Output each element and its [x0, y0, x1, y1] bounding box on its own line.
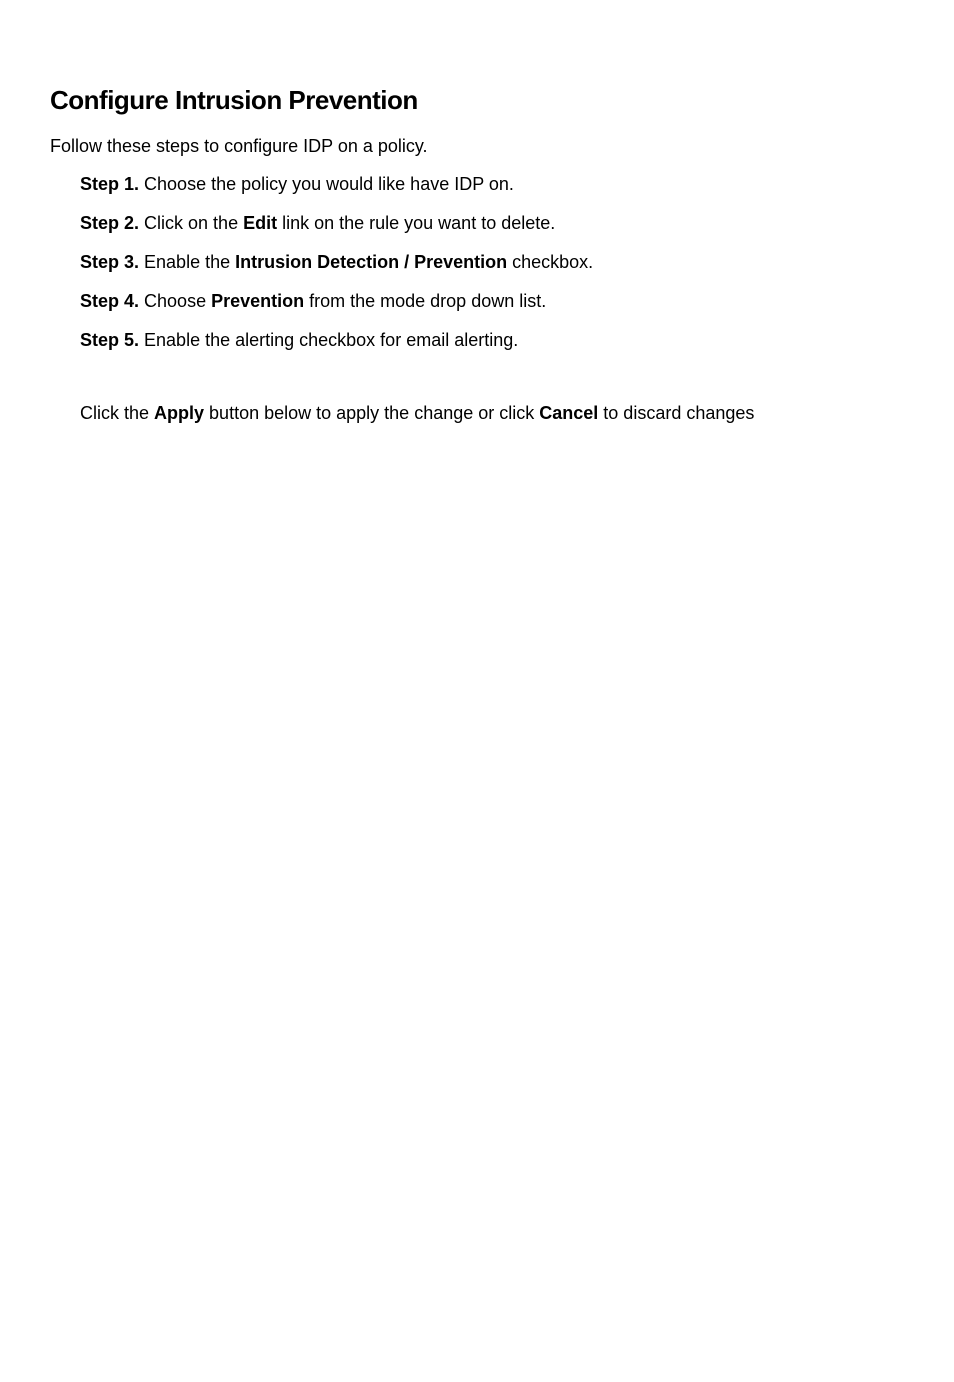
- page-title: Configure Intrusion Prevention: [50, 80, 904, 122]
- step-text: link on the rule you want to delete.: [277, 213, 555, 233]
- step-label: Step 3.: [80, 252, 139, 272]
- step-text: Enable the: [139, 252, 235, 272]
- step-label: Step 1.: [80, 174, 139, 194]
- footer-text: Click the Apply button below to apply th…: [50, 399, 904, 428]
- step-item: Step 5. Enable the alerting checkbox for…: [80, 326, 904, 355]
- step-item: Step 4. Choose Prevention from the mode …: [80, 287, 904, 316]
- step-text: checkbox.: [507, 252, 593, 272]
- step-label: Step 4.: [80, 291, 139, 311]
- step-bold: Edit: [243, 213, 277, 233]
- step-text: Choose the policy you would like have ID…: [139, 174, 514, 194]
- cancel-label: Cancel: [539, 403, 598, 423]
- step-item: Step 3. Enable the Intrusion Detection /…: [80, 248, 904, 277]
- step-item: Step 2. Click on the Edit link on the ru…: [80, 209, 904, 238]
- step-bold: Prevention: [211, 291, 304, 311]
- step-text: Enable the alerting checkbox for email a…: [139, 330, 518, 350]
- intro-text: Follow these steps to configure IDP on a…: [50, 132, 904, 161]
- step-item: Step 1. Choose the policy you would like…: [80, 170, 904, 199]
- step-bold: Intrusion Detection / Prevention: [235, 252, 507, 272]
- steps-list: Step 1. Choose the policy you would like…: [50, 170, 904, 354]
- step-text: Click on the: [139, 213, 243, 233]
- footer-before: Click the: [80, 403, 154, 423]
- step-label: Step 2.: [80, 213, 139, 233]
- step-text: from the mode drop down list.: [304, 291, 546, 311]
- apply-label: Apply: [154, 403, 204, 423]
- step-text: Choose: [139, 291, 211, 311]
- footer-after: to discard changes: [598, 403, 754, 423]
- footer-middle: button below to apply the change or clic…: [204, 403, 539, 423]
- step-label: Step 5.: [80, 330, 139, 350]
